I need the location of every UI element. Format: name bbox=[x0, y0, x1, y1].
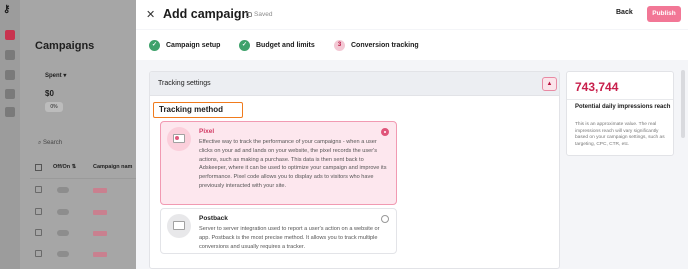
audience-nav-icon[interactable] bbox=[5, 70, 15, 80]
row-name[interactable] bbox=[93, 231, 107, 236]
pixel-radio[interactable] bbox=[381, 128, 389, 136]
row-name[interactable] bbox=[93, 188, 107, 193]
spent-dropdown[interactable]: Spent ▾ bbox=[45, 72, 66, 79]
column-header-name[interactable]: Campaign nam bbox=[93, 164, 132, 170]
chevron-up-icon[interactable]: ▲ bbox=[542, 77, 557, 91]
postback-radio[interactable] bbox=[381, 215, 389, 223]
tracking-method-title: Tracking method bbox=[153, 102, 243, 118]
tracking-settings-card: Tracking settings ▲ Tracking method Pixe… bbox=[149, 71, 560, 269]
saved-label: Saved bbox=[254, 11, 273, 18]
option-description: Server to server integration used to rep… bbox=[199, 226, 380, 250]
step-label: Campaign setup bbox=[166, 41, 221, 49]
spent-percent-badge: 0% bbox=[45, 102, 63, 112]
tracking-settings-header[interactable]: Tracking settings ▲ bbox=[150, 72, 559, 96]
row-checkbox[interactable] bbox=[35, 229, 42, 236]
reports-nav-icon[interactable] bbox=[5, 89, 15, 99]
panel-header: ✕ Add campaign Saved Back Publish bbox=[136, 0, 688, 29]
option-pixel[interactable]: Pixel Effective way to track the perform… bbox=[160, 121, 397, 205]
select-all-checkbox[interactable] bbox=[35, 164, 42, 173]
column-header-onoff[interactable]: Off/On ⇅ bbox=[53, 164, 76, 170]
documents-nav-icon[interactable] bbox=[5, 107, 15, 117]
campaigns-nav-icon[interactable] bbox=[5, 30, 15, 40]
row-checkbox[interactable] bbox=[35, 208, 42, 215]
check-icon: ✓ bbox=[149, 39, 160, 51]
divider bbox=[567, 99, 673, 100]
row-divider bbox=[30, 178, 136, 179]
back-button[interactable]: Back bbox=[616, 9, 633, 16]
step-number: 3 bbox=[334, 39, 345, 51]
step-label: Conversion tracking bbox=[351, 41, 419, 49]
scrollbar[interactable] bbox=[681, 70, 685, 138]
postback-icon bbox=[167, 214, 191, 238]
row-checkbox[interactable] bbox=[35, 250, 42, 257]
option-postback[interactable]: Postback Server to server integration us… bbox=[160, 208, 397, 254]
option-name: Pixel bbox=[199, 128, 215, 135]
step-budget-limits[interactable]: ✓ Budget and limits bbox=[239, 39, 315, 51]
row-checkbox[interactable] bbox=[35, 186, 42, 193]
pixel-icon bbox=[167, 127, 191, 151]
stepper: ✓ Campaign setup ✓ Budget and limits 3 C… bbox=[136, 30, 688, 60]
row-name[interactable] bbox=[93, 210, 107, 215]
reach-card: 743,744 Potential daily impressions reac… bbox=[566, 71, 674, 156]
search-input[interactable]: ⌕ Search bbox=[38, 140, 62, 147]
stats-nav-icon[interactable] bbox=[5, 50, 15, 60]
check-icon: ✓ bbox=[239, 39, 250, 51]
logo-icon[interactable]: ⚷ bbox=[3, 5, 17, 15]
publish-button[interactable]: Publish bbox=[647, 6, 681, 22]
option-name: Postback bbox=[199, 215, 228, 222]
reach-value: 743,744 bbox=[575, 80, 619, 94]
reach-note: This is an approximate value. The real i… bbox=[575, 122, 665, 147]
row-name[interactable] bbox=[93, 252, 107, 257]
row-toggle[interactable] bbox=[57, 187, 69, 193]
cloud-icon bbox=[246, 12, 252, 17]
close-icon[interactable]: ✕ bbox=[146, 8, 155, 21]
add-campaign-panel: ✕ Add campaign Saved Back Publish ✓ Camp… bbox=[136, 0, 688, 269]
search-placeholder: Search bbox=[43, 140, 63, 146]
option-description: Effective way to track the performance o… bbox=[199, 139, 387, 189]
panel-title: Add campaign bbox=[163, 7, 250, 21]
reach-label: Potential daily impressions reach bbox=[575, 104, 671, 110]
step-campaign-setup[interactable]: ✓ Campaign setup bbox=[149, 39, 220, 51]
saved-status: Saved bbox=[246, 11, 272, 18]
campaigns-page-background: Campaigns Spent ▾ $0 0% ⌕ Search Off/On … bbox=[20, 0, 136, 269]
step-label: Budget and limits bbox=[256, 41, 315, 49]
section-title: Tracking settings bbox=[158, 80, 211, 87]
row-toggle[interactable] bbox=[57, 209, 69, 215]
row-toggle[interactable] bbox=[57, 230, 69, 236]
app-rail: ⚷ bbox=[0, 0, 20, 269]
row-toggle[interactable] bbox=[57, 251, 69, 257]
page-title: Campaigns bbox=[35, 40, 95, 52]
spent-value: $0 bbox=[45, 89, 54, 98]
step-conversion-tracking[interactable]: 3 Conversion tracking bbox=[334, 39, 419, 51]
